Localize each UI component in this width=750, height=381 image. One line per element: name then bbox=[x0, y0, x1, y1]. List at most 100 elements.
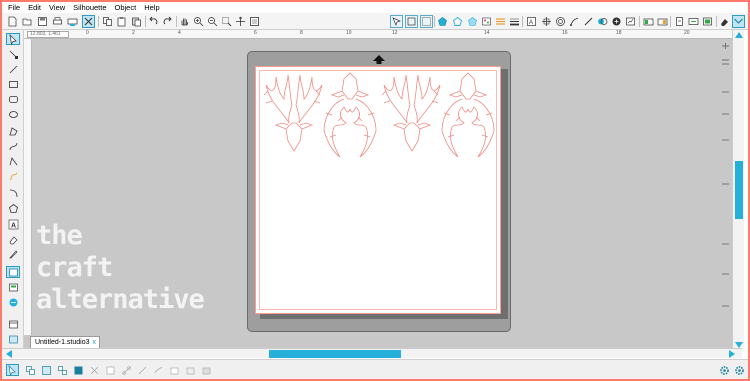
eraser-icon[interactable] bbox=[718, 15, 731, 28]
scroll-up-arrow-icon[interactable] bbox=[735, 32, 743, 38]
page-view-icon[interactable] bbox=[6, 266, 20, 278]
panel-toggle-icon[interactable] bbox=[721, 42, 730, 50]
registration-icon[interactable] bbox=[701, 15, 714, 28]
fill-color-icon[interactable] bbox=[436, 15, 449, 28]
close-tab-icon[interactable]: x bbox=[93, 337, 97, 348]
cut-settings-icon[interactable] bbox=[82, 15, 95, 28]
menu-file[interactable]: File bbox=[8, 3, 20, 12]
replicate-icon[interactable]: A bbox=[525, 15, 538, 28]
weld-icon[interactable] bbox=[104, 364, 117, 376]
ungroup-objects-icon[interactable] bbox=[56, 364, 69, 376]
online-store-icon[interactable] bbox=[6, 296, 20, 308]
document-tab[interactable]: Untitled-1.studio3 x bbox=[30, 336, 100, 348]
send-icon[interactable] bbox=[673, 15, 686, 28]
bring-forward-icon[interactable] bbox=[152, 364, 165, 376]
menu-silhouette[interactable]: Silhouette bbox=[73, 3, 106, 12]
copy-icon[interactable] bbox=[101, 15, 114, 28]
save-icon[interactable] bbox=[36, 15, 49, 28]
scale-icon[interactable] bbox=[624, 15, 637, 28]
cut-send-icon[interactable] bbox=[732, 15, 745, 28]
design-store-icon[interactable] bbox=[656, 15, 669, 28]
send-to-cutter-icon[interactable] bbox=[66, 15, 79, 28]
layers-icon[interactable] bbox=[6, 333, 20, 345]
menu-help[interactable]: Help bbox=[144, 3, 159, 12]
panel-toggle-icon[interactable] bbox=[721, 240, 730, 248]
send-to-back-icon[interactable] bbox=[200, 364, 213, 376]
zoom-select-icon[interactable] bbox=[220, 15, 233, 28]
panel-toggle-icon[interactable] bbox=[721, 58, 730, 66]
unlink-icon[interactable] bbox=[136, 364, 149, 376]
fit-to-page-icon[interactable] bbox=[248, 15, 261, 28]
library-view-icon[interactable] bbox=[6, 281, 20, 293]
freehand-tool-icon[interactable] bbox=[6, 170, 20, 182]
horizontal-scrollbar[interactable] bbox=[2, 348, 742, 358]
rectangle-tool-icon[interactable] bbox=[6, 78, 20, 90]
modify-icon[interactable] bbox=[596, 15, 609, 28]
align-icon[interactable] bbox=[540, 15, 553, 28]
library-icon[interactable] bbox=[687, 15, 700, 28]
smooth-freehand-icon[interactable] bbox=[6, 187, 20, 199]
vertical-scrollbar[interactable] bbox=[732, 30, 744, 350]
menu-object[interactable]: Object bbox=[115, 3, 137, 12]
knife-tool-icon[interactable] bbox=[6, 248, 20, 260]
bring-to-front-icon[interactable] bbox=[168, 364, 181, 376]
group-objects-icon[interactable] bbox=[40, 364, 53, 376]
line-weight-icon[interactable] bbox=[508, 15, 521, 28]
deer-antler-cut-design[interactable] bbox=[256, 67, 502, 315]
window-toggle-icon[interactable] bbox=[6, 318, 20, 330]
panel-toggle-icon[interactable] bbox=[721, 136, 730, 144]
select-mode-icon[interactable] bbox=[6, 364, 19, 376]
drag-zoom-icon[interactable] bbox=[234, 15, 247, 28]
paste-icon[interactable] bbox=[115, 15, 128, 28]
text-tool-icon[interactable]: A bbox=[6, 218, 20, 230]
scroll-right-arrow-icon[interactable] bbox=[729, 350, 737, 358]
panel-toggle-icon[interactable] bbox=[721, 110, 730, 118]
menu-edit[interactable]: Edit bbox=[28, 3, 41, 12]
ellipse-tool-icon[interactable] bbox=[6, 108, 20, 120]
group-icon[interactable] bbox=[420, 15, 433, 28]
fill-gradient-icon[interactable] bbox=[480, 15, 493, 28]
eraser-tool-icon[interactable] bbox=[6, 233, 20, 245]
line-color-icon[interactable] bbox=[451, 15, 464, 28]
curve-tool-icon[interactable] bbox=[6, 140, 20, 152]
pentagon-tool-icon[interactable] bbox=[6, 202, 20, 214]
vertical-scroll-thumb[interactable] bbox=[735, 161, 743, 219]
line-tool-icon[interactable] bbox=[6, 63, 20, 75]
trace-icon[interactable] bbox=[568, 15, 581, 28]
settings-gear-icon[interactable] bbox=[718, 364, 731, 376]
panel-toggle-icon[interactable] bbox=[721, 302, 730, 310]
link-icon[interactable] bbox=[120, 364, 133, 376]
scroll-left-arrow-icon[interactable] bbox=[4, 350, 12, 358]
line-style-icon[interactable] bbox=[466, 15, 479, 28]
panel-toggle-icon[interactable] bbox=[721, 270, 730, 278]
panel-toggle-icon[interactable] bbox=[721, 180, 730, 188]
pan-hand-icon[interactable] bbox=[178, 15, 191, 28]
preferences-gear-icon[interactable] bbox=[733, 364, 746, 376]
panel-toggle-icon[interactable] bbox=[721, 88, 730, 96]
horizontal-scroll-thumb[interactable] bbox=[269, 350, 401, 358]
redo-icon[interactable] bbox=[161, 15, 174, 28]
fill-pattern-icon[interactable] bbox=[494, 15, 507, 28]
select-all-icon[interactable] bbox=[390, 15, 403, 28]
edit-points-icon[interactable] bbox=[6, 48, 20, 60]
offset-icon[interactable] bbox=[554, 15, 567, 28]
rounded-rectangle-tool-icon[interactable] bbox=[6, 93, 20, 105]
paper-page[interactable] bbox=[255, 66, 501, 314]
menu-view[interactable]: View bbox=[49, 3, 65, 12]
page-setup-icon[interactable] bbox=[642, 15, 655, 28]
polygon-tool-icon[interactable] bbox=[6, 125, 20, 137]
undo-icon[interactable] bbox=[147, 15, 160, 28]
release-compound-icon[interactable] bbox=[88, 364, 101, 376]
deselect-icon[interactable] bbox=[405, 15, 418, 28]
zoom-in-icon[interactable] bbox=[192, 15, 205, 28]
new-icon[interactable] bbox=[6, 15, 19, 28]
zoom-out-icon[interactable] bbox=[206, 15, 219, 28]
paste-in-front-icon[interactable] bbox=[130, 15, 143, 28]
knife-icon[interactable] bbox=[582, 15, 595, 28]
select-tool-icon[interactable] bbox=[6, 33, 20, 45]
print-icon[interactable] bbox=[51, 15, 64, 28]
transform-icon[interactable] bbox=[610, 15, 623, 28]
open-icon[interactable] bbox=[21, 15, 34, 28]
compound-path-icon[interactable] bbox=[72, 364, 85, 376]
send-backward-icon[interactable] bbox=[184, 364, 197, 376]
